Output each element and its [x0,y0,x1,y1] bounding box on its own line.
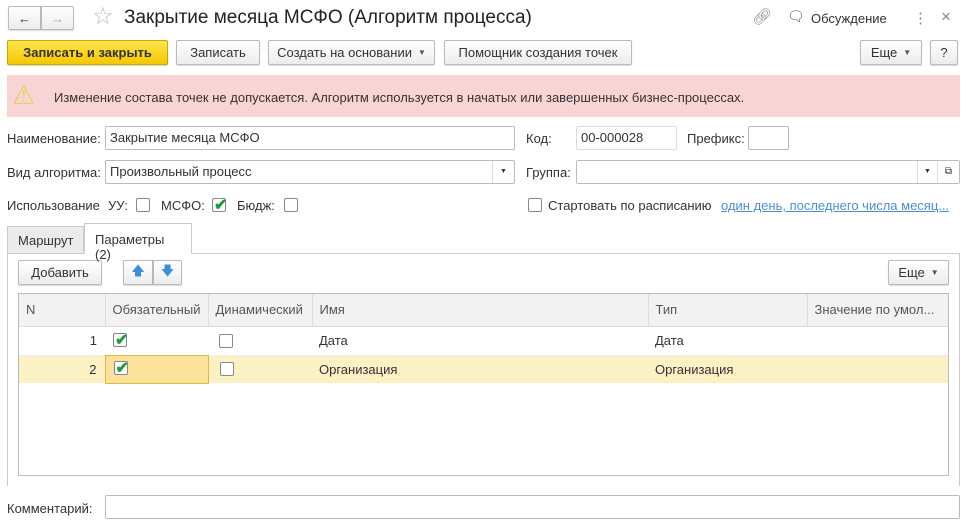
comment-input[interactable] [105,495,960,519]
move-up-button[interactable]: 🡅 [123,260,153,285]
dynamic-cell[interactable] [208,326,312,355]
more-label: Еще [870,45,898,60]
budget-checkbox[interactable] [284,198,298,212]
create-based-on-label: Создать на основании [277,45,412,60]
discussion-button[interactable]: Обсуждение [811,11,887,26]
open-icon[interactable]: ⧉ [937,161,959,183]
dropdown-icon[interactable]: ▼ [917,161,937,183]
param-type: Организация [655,361,734,377]
algorithm-kind-select[interactable]: Произвольный процесс ▼ [105,160,515,184]
column-header-dynamic[interactable]: Динамический [208,294,313,327]
warning-icon: ⚠ [12,80,36,110]
help-button[interactable]: ? [930,40,958,65]
algorithm-kind-value: Произвольный процесс [110,164,252,179]
usage-label: Использование [7,198,100,213]
link-icon[interactable]: 🔗︎ [752,7,772,27]
chevron-down-icon: ▼ [930,268,939,277]
column-header-n[interactable]: N [19,294,106,327]
required-checkbox[interactable]: ✔ [113,359,129,377]
dynamic-cell[interactable] [208,355,312,383]
row-number: 2 [89,361,97,377]
schedule-link[interactable]: один день, последнего числа месяц... [721,198,949,213]
dynamic-checkbox[interactable] [219,361,234,376]
name-label: Наименование: [7,131,101,146]
back-button[interactable]: ← [8,6,41,30]
save-button[interactable]: Записать [176,40,260,65]
group-select[interactable]: ▼ ⧉ [576,160,960,184]
chevron-down-icon: ▼ [417,48,426,57]
dropdown-icon[interactable]: ▼ [492,161,514,183]
param-name: Дата [319,333,348,348]
table-more-button[interactable]: Еще ▼ [888,260,949,285]
group-label: Группа: [526,165,571,180]
page-title: Закрытие месяца МСФО (Алгоритм процесса) [124,7,532,28]
required-cell[interactable]: ✔ [105,326,208,355]
param-type: Дата [655,333,684,348]
prefix-label: Префикс: [687,131,745,146]
param-name: Организация [319,361,398,377]
uu-label: УУ: [108,198,128,213]
points-wizard-button[interactable]: Помощник создания точек [444,40,632,65]
table-header: N Обязательный Динамический Имя Тип Знач… [19,294,948,327]
algorithm-kind-label: Вид алгоритма: [7,165,101,180]
dynamic-checkbox[interactable] [219,333,233,348]
discussion-icon[interactable]: 🗨︎ [787,8,805,25]
required-cell[interactable]: ✔ [104,354,209,384]
warning-text: Изменение состава точек не допускается. … [54,90,745,105]
add-button[interactable]: Добавить [18,260,102,285]
tab-route[interactable]: Маршрут [7,226,84,253]
table-more-label: Еще [898,265,925,280]
chevron-down-icon: ▼ [903,48,912,57]
name-input[interactable]: Закрытие месяца МСФО [105,126,515,150]
row-number: 1 [89,333,97,348]
tab-parameters[interactable]: Параметры (2) [84,223,192,262]
uu-checkbox[interactable] [136,198,150,212]
column-header-default[interactable]: Значение по умол... [807,294,948,327]
required-checkbox[interactable]: ✔ [113,331,129,349]
ifrs-label: МСФО: [161,198,205,213]
save-and-close-button[interactable]: Записать и закрыть [7,40,168,65]
close-button[interactable]: × [941,7,951,27]
parameters-table: N Обязательный Динамический Имя Тип Знач… [18,293,949,476]
table-row[interactable]: 1 ✔ Дата Дата [19,326,948,355]
checkmark-icon: ✔ [115,331,129,349]
favorite-star-icon[interactable]: ☆ [92,2,114,31]
schedule-label: Стартовать по расписанию [548,198,712,213]
checkmark-icon: ✔ [214,197,228,214]
more-menu-icon[interactable]: ⋮ [913,9,928,27]
create-based-on-button[interactable]: Создать на основании ▼ [268,40,435,65]
param-default [807,355,948,383]
param-default [807,326,948,355]
column-header-name[interactable]: Имя [312,294,649,327]
column-header-type[interactable]: Тип [648,294,808,327]
budget-label: Бюдж: [237,198,275,213]
code-label: Код: [526,131,552,146]
schedule-checkbox[interactable] [528,198,542,212]
code-input[interactable]: 00-000028 [576,126,677,150]
more-button[interactable]: Еще ▼ [860,40,922,65]
comment-label: Комментарий: [7,501,93,516]
forward-button[interactable]: → [41,6,74,30]
column-header-required[interactable]: Обязательный [105,294,209,327]
move-down-button[interactable]: 🡇 [153,260,182,285]
checkmark-icon: ✔ [115,359,129,377]
table-row-selected[interactable]: 2 ✔ Организация Организация [19,354,948,384]
prefix-input[interactable] [748,126,789,150]
ifrs-checkbox[interactable]: ✔ [212,197,228,214]
